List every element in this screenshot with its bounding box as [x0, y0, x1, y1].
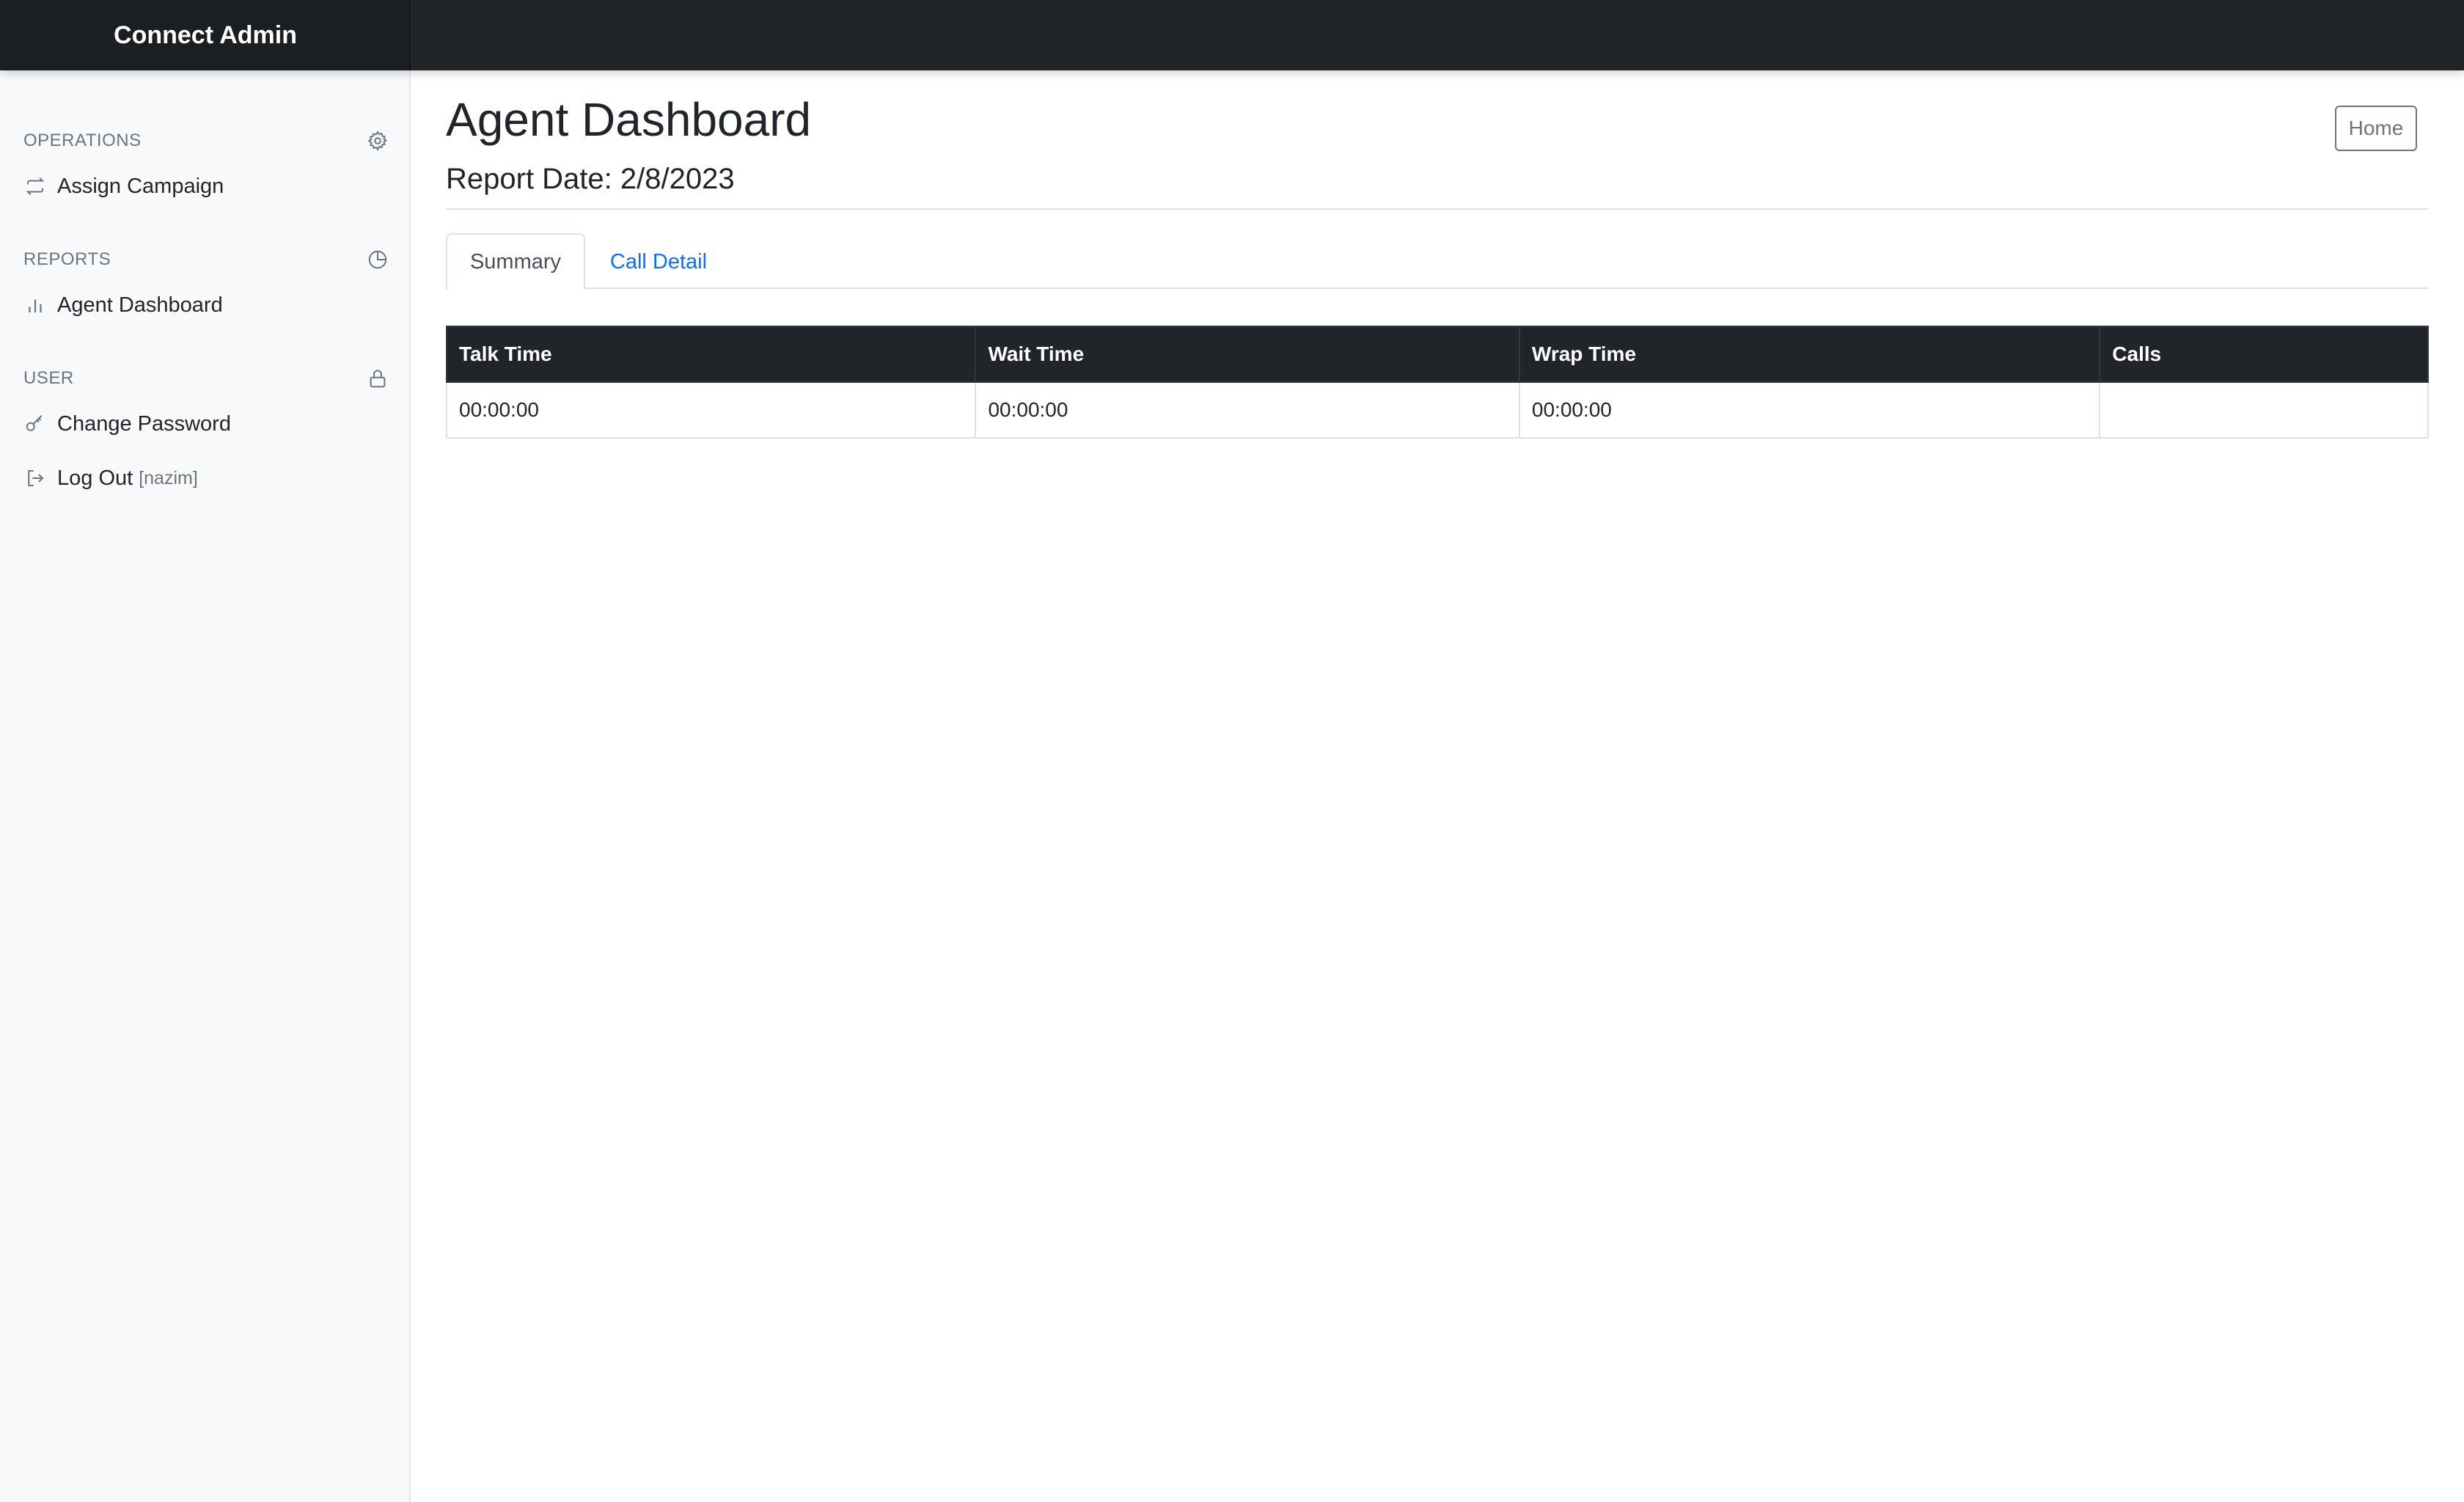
sidebar-section-reports: REPORTS	[23, 245, 390, 274]
sidebar-item-label: Assign Campaign	[57, 174, 224, 198]
table-header-row: Talk Time Wait Time Wrap Time Calls	[445, 326, 2429, 383]
sidebar-item-agent-dashboard[interactable]: Agent Dashboard	[23, 287, 390, 323]
home-button[interactable]: Home	[2335, 106, 2417, 151]
column-header-talk-time: Talk Time	[445, 326, 977, 383]
sidebar: OPERATIONS Assign Campaign REPORTS Agent…	[0, 70, 411, 1502]
cell-talk-time: 00:00:00	[445, 381, 977, 439]
cell-calls	[2099, 381, 2429, 439]
sidebar-item-label: Change Password	[57, 411, 231, 436]
column-header-wait-time: Wait Time	[975, 326, 1520, 383]
sidebar-heading-user: USER	[23, 368, 74, 388]
brand-title[interactable]: Connect Admin	[0, 0, 411, 70]
tab-call-detail[interactable]: Call Detail	[600, 233, 717, 290]
column-header-wrap-time: Wrap Time	[1518, 326, 2101, 383]
sidebar-heading-operations: OPERATIONS	[23, 131, 142, 150]
sidebar-item-assign-campaign[interactable]: Assign Campaign	[23, 169, 390, 204]
cell-wrap-time: 00:00:00	[1518, 381, 2101, 439]
tab-summary[interactable]: Summary	[446, 233, 585, 290]
logout-icon	[23, 466, 47, 490]
summary-table: Talk Time Wait Time Wrap Time Calls 00:0…	[445, 326, 2429, 439]
sidebar-item-log-out[interactable]: Log Out [nazim]	[23, 461, 390, 496]
current-username: [nazim]	[139, 467, 198, 488]
sidebar-item-label: Log Out	[57, 466, 133, 490]
bar-chart-icon	[23, 293, 47, 317]
report-date: Report Date: 2/8/2023	[446, 163, 735, 195]
sidebar-heading-reports: REPORTS	[23, 249, 111, 269]
table-row: 00:00:00 00:00:00 00:00:00	[445, 381, 2429, 439]
lock-icon[interactable]	[365, 366, 390, 391]
cell-wait-time: 00:00:00	[975, 381, 1520, 439]
arrows-repeat-icon	[23, 175, 47, 198]
pie-chart-icon[interactable]	[365, 247, 390, 272]
column-header-calls: Calls	[2099, 326, 2429, 383]
gear-icon[interactable]	[365, 128, 390, 153]
report-tabs: Summary Call Detail	[446, 233, 2429, 290]
sidebar-section-operations: OPERATIONS	[23, 126, 390, 155]
header-divider	[446, 208, 2429, 210]
sidebar-item-label: Agent Dashboard	[57, 293, 223, 317]
page-title: Agent Dashboard	[446, 93, 812, 146]
key-icon	[23, 412, 47, 436]
top-navbar: Connect Admin	[0, 0, 2464, 70]
sidebar-item-change-password[interactable]: Change Password	[23, 406, 390, 442]
sidebar-section-user: USER	[23, 364, 390, 393]
main-content: Agent Dashboard Report Date: 2/8/2023 Ho…	[411, 70, 2464, 1502]
